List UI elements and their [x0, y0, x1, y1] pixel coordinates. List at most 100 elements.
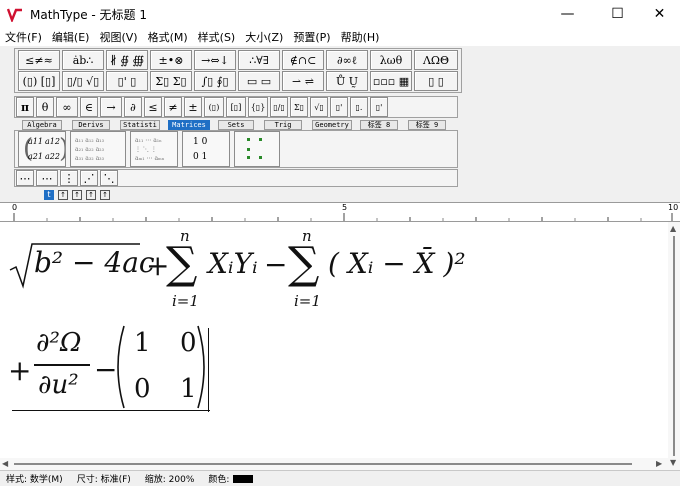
menu-help[interactable]: 帮助(H) — [336, 29, 385, 45]
scroll-up-icon[interactable]: ▲ — [670, 224, 676, 233]
matrix-cell-r1c1: 1 — [134, 328, 151, 358]
small-pi-button[interactable]: π — [16, 97, 34, 117]
close-button[interactable]: ✕ — [637, 0, 680, 28]
palette-spaces[interactable]: ȧb∴ — [62, 50, 104, 70]
tab-stop-decimal-icon[interactable]: ↑ — [86, 190, 96, 200]
template-nxn-matrix[interactable]: a₁₁ ⋯ a₁ₙ ⋮ ⋱ ⋮ aₘ₁ ⋯ aₘₙ — [130, 131, 178, 167]
tab-derivs[interactable]: Derivs — [72, 120, 110, 130]
small-sum-button[interactable]: Σ▯ — [290, 97, 308, 117]
vertical-scroll-thumb[interactable] — [673, 236, 675, 456]
ruler[interactable]: 0 5 10 — [0, 202, 680, 222]
small-leq-button[interactable]: ≤ — [144, 97, 162, 117]
title-bar: MathType - 无标题 1 — ☐ ✕ — [0, 0, 680, 28]
menu-edit[interactable]: 编辑(E) — [47, 29, 95, 45]
scroll-down-icon[interactable]: ▼ — [670, 458, 676, 467]
window-title: MathType - 无标题 1 — [30, 7, 147, 22]
small-infinity-button[interactable]: ∞ — [56, 97, 78, 117]
status-size[interactable]: 尺寸: 标准(F) — [77, 472, 131, 485]
horizontal-scrollbar[interactable]: ◀ ▶ — [0, 458, 668, 470]
tab-sets[interactable]: Sets — [218, 120, 254, 130]
small-subscript-button[interactable]: ▯. — [350, 97, 368, 117]
template-3x3-matrix[interactable]: a₁₁ a₁₂ a₁₃ a₂₁ a₂₂ a₂₃ a₃₁ a₃₂ a₃₃ — [70, 131, 126, 167]
palette-labeled-arrows[interactable]: ⇀ ⇌ — [282, 71, 324, 91]
template-identity-matrix[interactable]: 1 0 0 1 — [182, 131, 230, 167]
palette-integrals[interactable]: ∫▯ ∮▯ — [194, 71, 236, 91]
tab-algebra[interactable]: Algebra — [22, 120, 62, 130]
palette-products[interactable]: Ů Ṵ — [326, 71, 368, 91]
dots-vertical-button[interactable]: ⋮ — [60, 170, 78, 186]
small-sqrt-button[interactable]: √▯ — [310, 97, 328, 117]
small-braces-button[interactable]: {▯} — [248, 97, 268, 117]
tab-stop-relation-icon[interactable]: ↑ — [100, 190, 110, 200]
dots-baseline-button[interactable]: ⋯ — [16, 170, 34, 186]
text-cursor — [208, 328, 209, 412]
dots-centered-button[interactable]: ⋯ — [36, 170, 58, 186]
matrix-cell-r1c2: 0 — [180, 328, 197, 358]
fraction-numerator: ∂²Ω — [36, 328, 82, 358]
menu-view[interactable]: 视图(V) — [94, 29, 142, 45]
tab-stop-left-icon[interactable]: t — [44, 190, 54, 200]
palette-fractions-radicals[interactable]: ▯/▯ √▯ — [62, 71, 104, 91]
palette-operators[interactable]: ±•⊗ — [150, 50, 192, 70]
template-2x2-matrix[interactable]: ( a11 a12 a21 a22 ) — [18, 131, 66, 167]
matrix-nxn-icon: a₁₁ ⋯ a₁ₙ ⋮ ⋱ ⋮ aₘ₁ ⋯ aₘₙ — [135, 137, 165, 162]
matrix-a11: a11 — [28, 137, 43, 146]
palette-fences[interactable]: (▯) [▯] — [18, 71, 60, 91]
palette-greek-lower[interactable]: λωθ — [370, 50, 412, 70]
menu-size[interactable]: 大小(Z) — [240, 29, 288, 45]
small-prime-button[interactable]: ▯' — [370, 97, 388, 117]
vertical-scrollbar[interactable]: ▲ ▼ — [668, 222, 680, 470]
tab-stop-right-icon[interactable]: ↑ — [72, 190, 82, 200]
menu-style[interactable]: 样式(S) — [193, 29, 241, 45]
dots-diagonal-down-button[interactable]: ⋱ — [100, 170, 118, 186]
tab-stop-center-icon[interactable]: ↑ — [58, 190, 68, 200]
palette-summations[interactable]: Σ▯ Σ▯ — [150, 71, 192, 91]
status-style[interactable]: 样式: 数学(M) — [6, 472, 63, 485]
matrix-brackets-icon — [117, 325, 205, 409]
tab-matrices[interactable]: Matrices — [168, 120, 210, 130]
tab-trig[interactable]: Trig — [264, 120, 302, 130]
menu-file[interactable]: 文件(F) — [0, 29, 47, 45]
tab-geometry[interactable]: Geometry — [312, 120, 352, 130]
small-parens-button[interactable]: (▯) — [204, 97, 224, 117]
palette-boxes[interactable]: ▯ ▯ — [414, 71, 458, 91]
small-plusminus-button[interactable]: ± — [184, 97, 202, 117]
color-swatch[interactable] — [233, 474, 254, 483]
menu-format[interactable]: 格式(M) — [143, 29, 193, 45]
minimize-button[interactable]: — — [545, 0, 590, 28]
palette-bars[interactable]: ▭ ▭ — [238, 71, 280, 91]
scroll-right-icon[interactable]: ▶ — [656, 459, 662, 468]
palette-misc[interactable]: ∂∞ℓ — [326, 50, 368, 70]
palette-arrows[interactable]: →⇔↓ — [194, 50, 236, 70]
small-fraction-button[interactable]: ▯/▯ — [270, 97, 288, 117]
horizontal-scroll-thumb[interactable] — [14, 463, 632, 465]
palette-relations[interactable]: ≤≠≈ — [18, 50, 60, 70]
palette-embellishments[interactable]: ∦ ∯ ∰ — [106, 50, 148, 70]
small-element-button[interactable]: ∈ — [80, 97, 98, 117]
tab-8[interactable]: 标签 8 — [360, 120, 398, 130]
scroll-left-icon[interactable]: ◀ — [2, 459, 8, 468]
small-superscript-button[interactable]: ▯' — [330, 97, 348, 117]
tab-9[interactable]: 标签 9 — [408, 120, 446, 130]
status-color[interactable]: 颜色: — [208, 472, 229, 485]
equation-editor[interactable]: b² − 4ac + n ∑ i=1 XᵢYᵢ − n ∑ i=1 ( Xᵢ −… — [0, 222, 668, 470]
palette-greek-upper[interactable]: ΛΩΘ — [414, 50, 458, 70]
palette-logic[interactable]: ∴∀∃ — [238, 50, 280, 70]
palette-matrices[interactable]: ▫▫▫ ▦ — [370, 71, 412, 91]
palette-scripts[interactable]: ▯' ▯ — [106, 71, 148, 91]
small-arrow-button[interactable]: → — [100, 97, 122, 117]
maximize-button[interactable]: ☐ — [595, 0, 640, 28]
small-partial-button[interactable]: ∂ — [124, 97, 142, 117]
dots-diagonal-up-button[interactable]: ⋰ — [80, 170, 98, 186]
small-neq-button[interactable]: ≠ — [164, 97, 182, 117]
status-zoom[interactable]: 缩放: 200% — [145, 472, 195, 485]
identity-row-1: 1 0 — [193, 137, 208, 147]
menu-preferences[interactable]: 预置(P) — [288, 29, 335, 45]
ruler-mark-0: 0 — [12, 203, 18, 212]
small-brackets-button[interactable]: [▯] — [226, 97, 246, 117]
template-sparse-matrix[interactable] — [234, 131, 280, 167]
small-theta-button[interactable]: θ — [36, 97, 54, 117]
tab-statistics[interactable]: Statisti — [120, 120, 160, 130]
sum2-sigma-icon: ∑ — [288, 238, 320, 289]
palette-sets[interactable]: ∉∩⊂ — [282, 50, 324, 70]
